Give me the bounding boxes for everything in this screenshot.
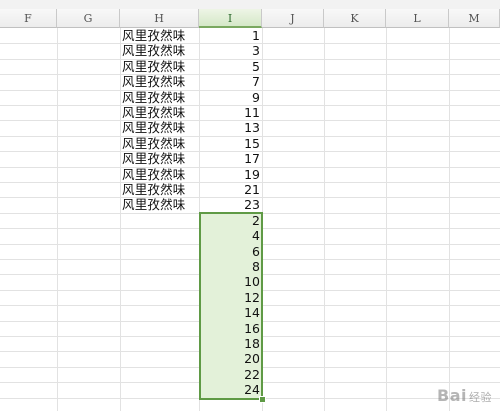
- spreadsheet-grid[interactable]: FGHIJKLM 风里孜然味 风里孜然味 风里孜然味 风里孜然味 风里孜然味 风里孜然味风…: [0, 0, 500, 411]
- cell-h5[interactable]: 风里孜然味: [120, 90, 198, 105]
- cell-i3[interactable]: 5: [199, 59, 260, 74]
- column-header-f[interactable]: F: [0, 9, 57, 28]
- cell-h4[interactable]: 风里孜然味: [120, 74, 198, 89]
- cell-h12[interactable]: 风里孜然味: [120, 197, 198, 212]
- cell-i19[interactable]: 14: [199, 305, 260, 320]
- cell-i10[interactable]: 19: [199, 167, 260, 182]
- cell-i17[interactable]: 10: [199, 274, 260, 289]
- cell-i14[interactable]: 4: [199, 228, 260, 243]
- cell-i18[interactable]: 12: [199, 290, 260, 305]
- column-header-i[interactable]: I: [199, 9, 262, 28]
- cell-i5[interactable]: 9: [199, 90, 260, 105]
- cell-h9[interactable]: 风里孜然味: [120, 151, 198, 166]
- cell-i20[interactable]: 16: [199, 321, 260, 336]
- cell-i13[interactable]: 2: [199, 213, 260, 228]
- cell-i6[interactable]: 11: [199, 105, 260, 120]
- cell-h3[interactable]: 风里孜然味: [120, 59, 198, 74]
- column-header-h[interactable]: H: [120, 9, 199, 28]
- column-header-m[interactable]: M: [449, 9, 500, 28]
- cell-i21[interactable]: 18: [199, 336, 260, 351]
- cell-h8[interactable]: 风里孜然味: [120, 136, 198, 151]
- cell-i11[interactable]: 21: [199, 182, 260, 197]
- column-header-g[interactable]: G: [57, 9, 120, 28]
- column-gridline: [324, 28, 325, 411]
- cell-i9[interactable]: 17: [199, 151, 260, 166]
- cell-i22[interactable]: 20: [199, 351, 260, 366]
- column-header-k[interactable]: K: [324, 9, 386, 28]
- cell-i8[interactable]: 15: [199, 136, 260, 151]
- cell-i2[interactable]: 3: [199, 43, 260, 58]
- cell-i1[interactable]: 1: [199, 28, 260, 43]
- cell-h10[interactable]: 风里孜然味: [120, 167, 198, 182]
- cell-h6[interactable]: 风里孜然味: [120, 105, 198, 120]
- cell-i16[interactable]: 8: [199, 259, 260, 274]
- fill-handle[interactable]: [259, 395, 266, 403]
- watermark-suffix: 经验: [469, 391, 492, 404]
- cell-h7[interactable]: 风里孜然味: [120, 120, 198, 135]
- cell-h11[interactable]: 风里孜然味: [120, 182, 198, 197]
- cell-i4[interactable]: 7: [199, 74, 260, 89]
- watermark-brand: Bai: [437, 386, 467, 405]
- cell-i15[interactable]: 6: [199, 244, 260, 259]
- cell-i12[interactable]: 23: [199, 197, 260, 212]
- cell-h2[interactable]: 风里孜然味: [120, 43, 198, 58]
- cell-h1[interactable]: 风里孜然味: [120, 28, 198, 43]
- watermark-logo: Bai 经验: [437, 386, 492, 405]
- cell-i24[interactable]: 24: [199, 382, 260, 397]
- column-header-j[interactable]: J: [262, 9, 324, 28]
- cell-i23[interactable]: 22: [199, 367, 260, 382]
- column-gridline: [57, 28, 58, 411]
- column-header-l[interactable]: L: [386, 9, 449, 28]
- column-gridline: [449, 28, 450, 411]
- column-gridline: [386, 28, 387, 411]
- cell-i7[interactable]: 13: [199, 120, 260, 135]
